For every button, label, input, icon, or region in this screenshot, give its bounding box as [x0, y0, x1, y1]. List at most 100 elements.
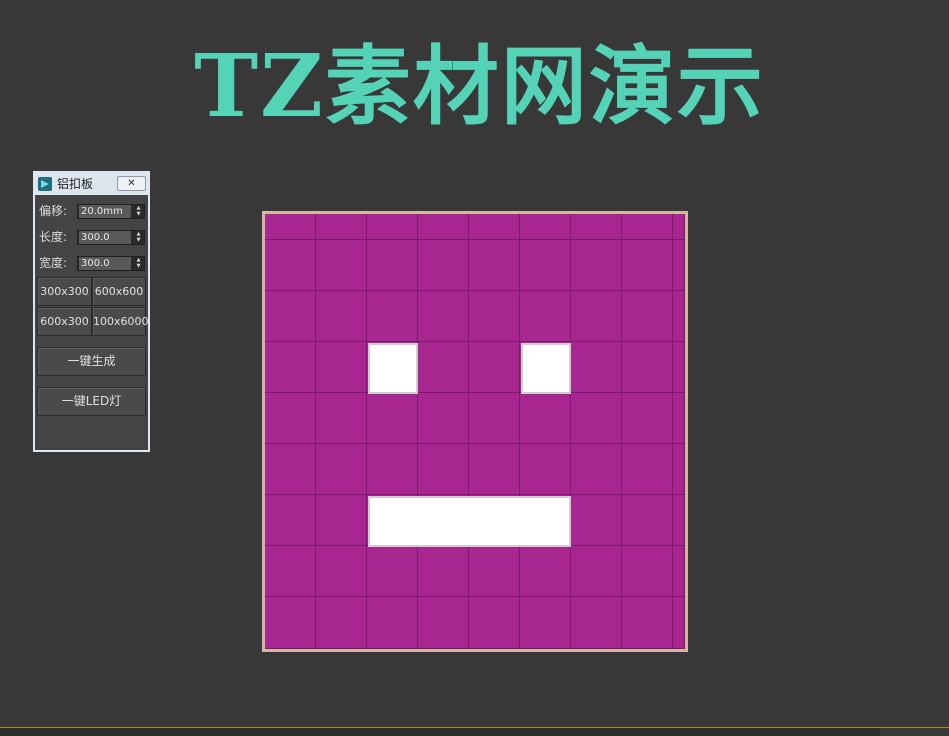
ceiling-tile — [673, 214, 685, 240]
ceiling-tile — [520, 240, 571, 291]
ceiling-tile — [622, 444, 673, 495]
ceiling-tile — [265, 597, 316, 649]
led-light-button[interactable]: 一键LED灯 — [37, 387, 146, 416]
ceiling-tile — [316, 214, 367, 240]
ceiling-tile — [316, 597, 367, 649]
ceiling-tile — [673, 444, 685, 495]
ceiling-tile — [265, 291, 316, 342]
preset-600x600-button[interactable]: 600x600 — [92, 277, 146, 306]
ceiling-tile — [622, 495, 673, 546]
offset-row: 偏移: 20.0mm ▲ ▼ — [38, 203, 148, 220]
ceiling-panel-grid — [262, 211, 688, 652]
ceiling-tile — [316, 495, 367, 546]
ceiling-tile — [571, 214, 622, 240]
ceiling-tile — [571, 597, 622, 649]
ceiling-tile — [622, 342, 673, 393]
dialog-titlebar[interactable]: 铝扣板 ✕ — [35, 173, 148, 195]
ceiling-tile — [673, 546, 685, 597]
ceiling-tile — [622, 291, 673, 342]
ceiling-tile — [367, 444, 418, 495]
mouth-window — [368, 496, 571, 547]
ceiling-tile — [265, 393, 316, 444]
right-eye-window — [521, 343, 571, 394]
spinner-arrows-icon[interactable]: ▲ ▼ — [134, 231, 143, 244]
spinner-arrows-icon[interactable]: ▲ ▼ — [134, 257, 143, 270]
ceiling-tile — [520, 393, 571, 444]
ceiling-tile — [469, 291, 520, 342]
ceiling-tile — [367, 546, 418, 597]
preset-300x300-button[interactable]: 300x300 — [37, 277, 92, 306]
length-label: 长度: — [39, 230, 68, 244]
ceiling-tile — [367, 393, 418, 444]
ceiling-tile — [418, 291, 469, 342]
ceiling-tile — [367, 214, 418, 240]
ceiling-tile — [367, 291, 418, 342]
length-row: 长度: 300.0 ▲ ▼ — [38, 229, 148, 246]
ceiling-tile — [673, 291, 685, 342]
ceiling-tile — [469, 597, 520, 649]
status-bar — [0, 728, 949, 736]
preset-100x6000-button[interactable]: 100x6000 — [92, 307, 149, 336]
ceiling-tile — [316, 444, 367, 495]
ceiling-tile — [469, 444, 520, 495]
ceiling-tile — [418, 342, 469, 393]
spinner-arrows-icon[interactable]: ▲ ▼ — [134, 205, 143, 218]
ceiling-tile — [469, 240, 520, 291]
ceiling-tile — [418, 546, 469, 597]
close-button[interactable]: ✕ — [117, 176, 146, 191]
ceiling-tile — [520, 444, 571, 495]
ceiling-tile — [622, 393, 673, 444]
ceiling-tile — [469, 214, 520, 240]
ceiling-tile — [418, 393, 469, 444]
ceiling-tile — [316, 291, 367, 342]
ceiling-tile — [469, 393, 520, 444]
ceiling-tile — [265, 240, 316, 291]
ceiling-tile — [265, 495, 316, 546]
width-spinner[interactable]: 300.0 ▲ ▼ — [77, 256, 145, 271]
ceiling-tile — [469, 342, 520, 393]
ceiling-tile — [622, 546, 673, 597]
ceiling-tile — [265, 342, 316, 393]
ceiling-tile — [622, 240, 673, 291]
ceiling-tile — [571, 546, 622, 597]
ceiling-tile — [418, 240, 469, 291]
ceiling-tile — [571, 291, 622, 342]
ceiling-tile — [571, 444, 622, 495]
aluminum-panel-dialog: 铝扣板 ✕ 偏移: 20.0mm ▲ ▼ 长度: 300.0 ▲ ▼ 宽度: 300… — [33, 171, 150, 452]
ceiling-tile — [622, 214, 673, 240]
length-input[interactable]: 300.0 — [79, 231, 131, 244]
ceiling-tile — [571, 393, 622, 444]
ceiling-tile — [673, 240, 685, 291]
ceiling-tile — [673, 393, 685, 444]
ceiling-tile — [571, 342, 622, 393]
width-input[interactable]: 300.0 — [79, 257, 131, 270]
offset-input[interactable]: 20.0mm — [79, 205, 131, 218]
ceiling-tile — [367, 597, 418, 649]
ceiling-tile — [316, 546, 367, 597]
app-icon — [38, 177, 52, 191]
ceiling-tile — [571, 495, 622, 546]
ceiling-tile — [316, 393, 367, 444]
length-spinner[interactable]: 300.0 ▲ ▼ — [77, 230, 145, 245]
left-eye-window — [368, 343, 418, 394]
ceiling-tile — [418, 214, 469, 240]
ceiling-tile — [622, 597, 673, 649]
dialog-title: 铝扣板 — [57, 177, 94, 191]
offset-spinner[interactable]: 20.0mm ▲ ▼ — [77, 204, 145, 219]
ceiling-tile — [520, 597, 571, 649]
banner-title: TZ素材网演示 — [194, 36, 765, 137]
ceiling-tile — [265, 546, 316, 597]
preset-600x300-button[interactable]: 600x300 — [37, 307, 92, 336]
width-label: 宽度: — [39, 256, 68, 270]
ceiling-tile — [520, 214, 571, 240]
ceiling-tile — [673, 597, 685, 649]
ceiling-tile — [673, 495, 685, 546]
generate-button[interactable]: 一键生成 — [37, 347, 146, 376]
ceiling-tile — [418, 597, 469, 649]
width-row: 宽度: 300.0 ▲ ▼ — [38, 255, 148, 272]
ceiling-tile — [265, 444, 316, 495]
close-icon: ✕ — [127, 178, 136, 189]
ceiling-tile — [265, 214, 316, 240]
ceiling-tile — [418, 444, 469, 495]
ceiling-tile — [469, 546, 520, 597]
